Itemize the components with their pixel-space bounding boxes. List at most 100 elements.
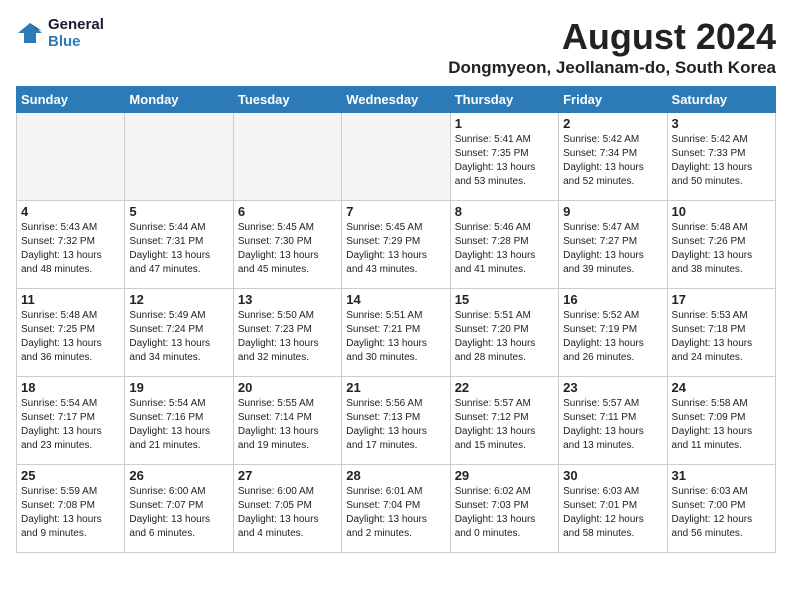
calendar-cell (233, 113, 341, 201)
calendar-cell: 6Sunrise: 5:45 AM Sunset: 7:30 PM Daylig… (233, 201, 341, 289)
day-info: Sunrise: 5:42 AM Sunset: 7:33 PM Dayligh… (672, 133, 771, 189)
weekday-header-friday: Friday (559, 87, 667, 113)
calendar-cell: 18Sunrise: 5:54 AM Sunset: 7:17 PM Dayli… (17, 377, 125, 465)
day-number: 14 (346, 292, 445, 307)
day-info: Sunrise: 5:51 AM Sunset: 7:20 PM Dayligh… (455, 309, 554, 365)
day-info: Sunrise: 5:43 AM Sunset: 7:32 PM Dayligh… (21, 221, 120, 277)
day-info: Sunrise: 5:59 AM Sunset: 7:08 PM Dayligh… (21, 485, 120, 541)
day-info: Sunrise: 5:44 AM Sunset: 7:31 PM Dayligh… (129, 221, 228, 277)
calendar-cell: 12Sunrise: 5:49 AM Sunset: 7:24 PM Dayli… (125, 289, 233, 377)
weekday-header-thursday: Thursday (450, 87, 558, 113)
day-number: 25 (21, 468, 120, 483)
day-info: Sunrise: 5:47 AM Sunset: 7:27 PM Dayligh… (563, 221, 662, 277)
page-header: General Blue August 2024 Dongmyeon, Jeol… (16, 16, 776, 78)
calendar-cell: 8Sunrise: 5:46 AM Sunset: 7:28 PM Daylig… (450, 201, 558, 289)
calendar-cell: 26 Sunrise: 6:00 AM Sunset: 7:07 PM Dayli… (125, 465, 233, 553)
day-number: 22 (455, 380, 554, 395)
calendar-cell (17, 113, 125, 201)
calendar-cell: 3 Sunrise: 5:42 AM Sunset: 7:33 PM Daylig… (667, 113, 775, 201)
calendar-cell: 28Sunrise: 6:01 AM Sunset: 7:04 PM Dayli… (342, 465, 450, 553)
day-number: 29 (455, 468, 554, 483)
calendar-table: SundayMondayTuesdayWednesdayThursdayFrid… (16, 86, 776, 553)
day-number: 4 (21, 204, 120, 219)
title-block: August 2024 Dongmyeon, Jeollanam-do, Sou… (448, 16, 776, 78)
calendar-cell: 30Sunrise: 6:03 AM Sunset: 7:01 PM Dayli… (559, 465, 667, 553)
day-number: 17 (672, 292, 771, 307)
calendar-cell: 15 Sunrise: 5:51 AM Sunset: 7:20 PM Dayli… (450, 289, 558, 377)
week-row-1: 1Sunrise: 5:41 AM Sunset: 7:35 PM Daylig… (17, 113, 776, 201)
day-number: 10 (672, 204, 771, 219)
calendar-cell: 31Sunrise: 6:03 AM Sunset: 7:00 PM Dayli… (667, 465, 775, 553)
day-info: Sunrise: 6:00 AM Sunset: 7:07 PM Dayligh… (129, 485, 228, 541)
day-number: 12 (129, 292, 228, 307)
day-number: 3 (672, 116, 771, 131)
day-info: Sunrise: 5:58 AM Sunset: 7:09 PM Dayligh… (672, 397, 771, 453)
calendar-title: August 2024 (448, 16, 776, 58)
day-info: Sunrise: 5:57 AM Sunset: 7:12 PM Dayligh… (455, 397, 554, 453)
day-info: Sunrise: 5:45 AM Sunset: 7:30 PM Dayligh… (238, 221, 337, 277)
day-info: Sunrise: 5:52 AM Sunset: 7:19 PM Dayligh… (563, 309, 662, 365)
day-number: 5 (129, 204, 228, 219)
day-info: Sunrise: 5:46 AM Sunset: 7:28 PM Dayligh… (455, 221, 554, 277)
calendar-cell: 5 Sunrise: 5:44 AM Sunset: 7:31 PM Daylig… (125, 201, 233, 289)
calendar-cell: 10 Sunrise: 5:48 AM Sunset: 7:26 PM Dayli… (667, 201, 775, 289)
calendar-cell: 24Sunrise: 5:58 AM Sunset: 7:09 PM Dayli… (667, 377, 775, 465)
day-number: 7 (346, 204, 445, 219)
day-number: 18 (21, 380, 120, 395)
day-number: 11 (21, 292, 120, 307)
day-info: Sunrise: 5:56 AM Sunset: 7:13 PM Dayligh… (346, 397, 445, 453)
day-number: 20 (238, 380, 337, 395)
day-number: 23 (563, 380, 662, 395)
week-row-3: 11 Sunrise: 5:48 AM Sunset: 7:25 PM Dayli… (17, 289, 776, 377)
calendar-cell: 2 Sunrise: 5:42 AM Sunset: 7:34 PM Daylig… (559, 113, 667, 201)
logo: General Blue (16, 16, 104, 50)
calendar-cell: 23Sunrise: 5:57 AM Sunset: 7:11 PM Dayli… (559, 377, 667, 465)
day-info: Sunrise: 5:50 AM Sunset: 7:23 PM Dayligh… (238, 309, 337, 365)
calendar-subtitle: Dongmyeon, Jeollanam-do, South Korea (448, 58, 776, 78)
logo-icon (16, 19, 44, 47)
day-info: Sunrise: 5:54 AM Sunset: 7:16 PM Dayligh… (129, 397, 228, 453)
weekday-header-sunday: Sunday (17, 87, 125, 113)
day-number: 26 (129, 468, 228, 483)
day-info: Sunrise: 5:48 AM Sunset: 7:26 PM Dayligh… (672, 221, 771, 277)
calendar-cell: 29 Sunrise: 6:02 AM Sunset: 7:03 PM Dayli… (450, 465, 558, 553)
day-number: 31 (672, 468, 771, 483)
day-number: 27 (238, 468, 337, 483)
day-number: 16 (563, 292, 662, 307)
day-number: 2 (563, 116, 662, 131)
calendar-cell: 4 Sunrise: 5:43 AM Sunset: 7:32 PM Daylig… (17, 201, 125, 289)
week-row-5: 25 Sunrise: 5:59 AM Sunset: 7:08 PM Dayli… (17, 465, 776, 553)
calendar-cell: 7 Sunrise: 5:45 AM Sunset: 7:29 PM Daylig… (342, 201, 450, 289)
calendar-cell: 25 Sunrise: 5:59 AM Sunset: 7:08 PM Dayli… (17, 465, 125, 553)
day-info: Sunrise: 5:41 AM Sunset: 7:35 PM Dayligh… (455, 133, 554, 189)
calendar-cell: 19 Sunrise: 5:54 AM Sunset: 7:16 PM Dayli… (125, 377, 233, 465)
logo-text: General Blue (48, 16, 104, 50)
calendar-cell (342, 113, 450, 201)
calendar-cell: 17 Sunrise: 5:53 AM Sunset: 7:18 PM Dayli… (667, 289, 775, 377)
day-info: Sunrise: 6:00 AM Sunset: 7:05 PM Dayligh… (238, 485, 337, 541)
day-info: Sunrise: 5:53 AM Sunset: 7:18 PM Dayligh… (672, 309, 771, 365)
day-number: 21 (346, 380, 445, 395)
weekday-header-tuesday: Tuesday (233, 87, 341, 113)
week-row-4: 18Sunrise: 5:54 AM Sunset: 7:17 PM Dayli… (17, 377, 776, 465)
day-info: Sunrise: 5:45 AM Sunset: 7:29 PM Dayligh… (346, 221, 445, 277)
day-info: Sunrise: 6:02 AM Sunset: 7:03 PM Dayligh… (455, 485, 554, 541)
day-info: Sunrise: 5:48 AM Sunset: 7:25 PM Dayligh… (21, 309, 120, 365)
day-info: Sunrise: 5:51 AM Sunset: 7:21 PM Dayligh… (346, 309, 445, 365)
day-info: Sunrise: 6:01 AM Sunset: 7:04 PM Dayligh… (346, 485, 445, 541)
calendar-cell: 9Sunrise: 5:47 AM Sunset: 7:27 PM Daylig… (559, 201, 667, 289)
calendar-cell: 14 Sunrise: 5:51 AM Sunset: 7:21 PM Dayli… (342, 289, 450, 377)
calendar-cell: 22 Sunrise: 5:57 AM Sunset: 7:12 PM Dayli… (450, 377, 558, 465)
day-number: 19 (129, 380, 228, 395)
calendar-cell: 21 Sunrise: 5:56 AM Sunset: 7:13 PM Dayli… (342, 377, 450, 465)
day-number: 15 (455, 292, 554, 307)
day-info: Sunrise: 5:42 AM Sunset: 7:34 PM Dayligh… (563, 133, 662, 189)
calendar-cell: 1Sunrise: 5:41 AM Sunset: 7:35 PM Daylig… (450, 113, 558, 201)
calendar-cell: 16 Sunrise: 5:52 AM Sunset: 7:19 PM Dayli… (559, 289, 667, 377)
weekday-header-wednesday: Wednesday (342, 87, 450, 113)
calendar-cell: 20 Sunrise: 5:55 AM Sunset: 7:14 PM Dayli… (233, 377, 341, 465)
day-number: 13 (238, 292, 337, 307)
day-info: Sunrise: 5:55 AM Sunset: 7:14 PM Dayligh… (238, 397, 337, 453)
weekday-header-saturday: Saturday (667, 87, 775, 113)
calendar-cell: 11 Sunrise: 5:48 AM Sunset: 7:25 PM Dayli… (17, 289, 125, 377)
